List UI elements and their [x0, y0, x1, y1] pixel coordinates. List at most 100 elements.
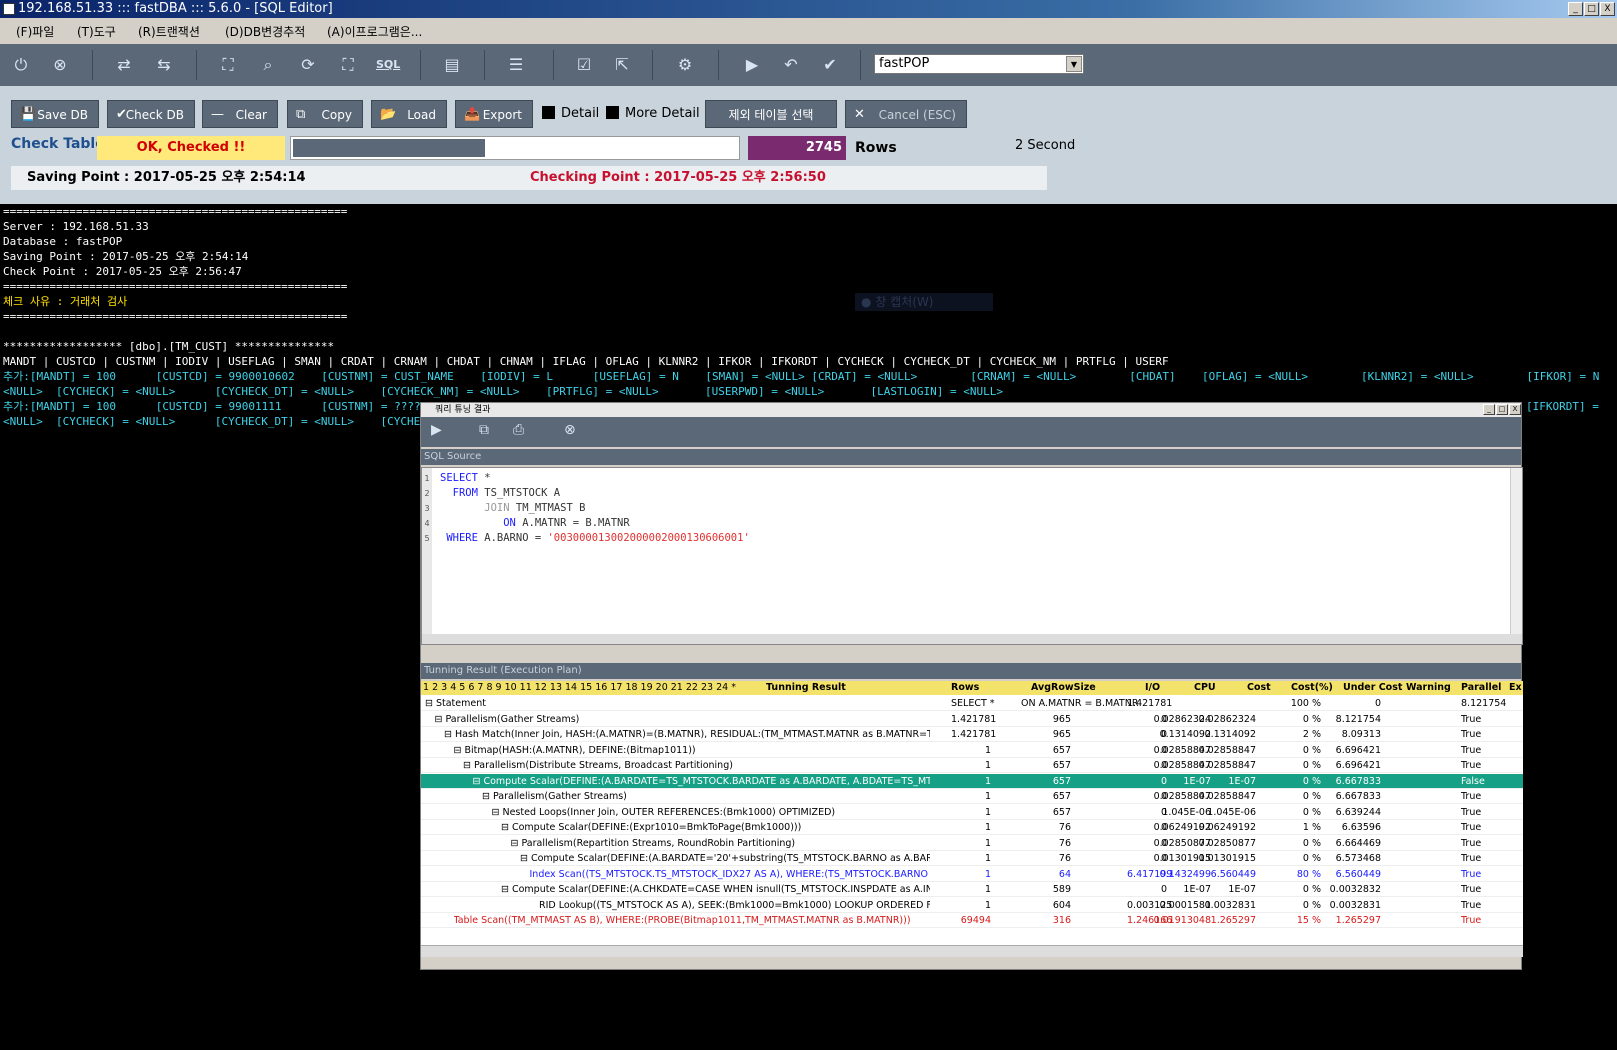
menu-transaction[interactable]: (R)트랜잭션 [138, 23, 200, 40]
col-cost[interactable]: Cost [1247, 682, 1271, 693]
detail-label: Detail [561, 106, 600, 121]
search-icon[interactable]: ⌕ [256, 54, 280, 76]
plan-cell-avg: 76 [1058, 822, 1071, 833]
plan-row[interactable]: Table Scan((TM_MTMAST AS B), WHERE:(PROB… [421, 913, 1523, 928]
exclude-tables-button[interactable]: 제외 테이블 선택 [705, 100, 837, 128]
plan-row[interactable]: ⊟ Parallelism(Gather Streams) 1 657 0 0.0285… [421, 789, 1523, 804]
clear-button[interactable]: — Clear [202, 100, 278, 128]
check-list-icon[interactable]: ☑ [572, 54, 596, 76]
plan-cell-under: 8.121754 [1335, 713, 1381, 725]
rows-label: Rows [855, 140, 897, 156]
col-cpu[interactable]: CPU [1194, 682, 1216, 693]
horizontal-scrollbar[interactable] [421, 945, 1523, 957]
line-number: 5 [424, 534, 430, 543]
cancel-label: Cancel (ESC) [878, 108, 956, 122]
plan-cell-par: True [1461, 853, 1482, 864]
sql-text: SELECT * FROM TS_MTSTOCK A JOIN TM_MTMAS… [440, 472, 750, 544]
power-icon[interactable]: ⏻ [9, 54, 33, 76]
col-under-cost[interactable]: Under Cost [1343, 682, 1402, 693]
chevron-down-icon[interactable]: ▼ [1066, 56, 1082, 72]
col-ex[interactable]: Ex [1509, 682, 1522, 693]
vertical-scrollbar[interactable] [1510, 468, 1522, 644]
maximize-button[interactable]: □ [1584, 2, 1599, 16]
separator-line: ========================================… [3, 205, 348, 218]
plan-cell-cost: 1E-07 [1228, 775, 1256, 787]
plan-cell-par: True [1461, 837, 1482, 849]
added-row: 추가:[MANDT] = 100 [CUSTCD] = 99001111 [CU… [3, 400, 441, 413]
connect-icon[interactable]: ⇄ [112, 54, 136, 76]
plan-row[interactable]: ⊟ Parallelism(Distribute Streams, Broadc… [421, 758, 1523, 773]
plan-cell-avg: 657 [1052, 775, 1071, 787]
col-rows[interactable]: Rows [951, 682, 979, 693]
disconnect-icon[interactable]: ⇆ [152, 54, 176, 76]
plan-row[interactable]: ⊟ Statement SELECT * ON A.MATNR = B.MATNR 1… [421, 696, 1523, 711]
plan-operation: ⊟ Hash Match(Inner Join, HASH:(A.MATNR)=… [444, 729, 930, 740]
plan-row[interactable]: ⊟ Parallelism(Repartition Streams, Round… [421, 836, 1523, 851]
plan-row[interactable]: RID Lookup((TS_MTSTOCK AS A), SEEK:(Bmk1… [421, 898, 1523, 913]
menu-file[interactable]: (F)파일 [16, 23, 54, 40]
schema-icon[interactable]: ⛶ [336, 54, 360, 76]
menu-db-change-tracking[interactable]: (D)DB변경추적 [225, 23, 305, 40]
plan-row[interactable]: ⊟ Compute Scalar(DEFINE:(A.BARDATE=TS_MT… [421, 773, 1523, 789]
separator-line: ========================================… [3, 280, 348, 293]
cancel-button[interactable]: ✕ Cancel (ESC) [845, 100, 967, 128]
horizontal-scrollbar[interactable] [422, 634, 1522, 644]
print-icon[interactable]: ⎙ [513, 422, 524, 438]
undo-icon[interactable]: ↶ [779, 54, 803, 76]
plan-row[interactable]: ⊟ Compute Scalar(DEFINE:(A.BARDATE='20'+… [421, 851, 1523, 866]
plan-row[interactable]: ⊟ Compute Scalar(DEFINE:(A.CHKDATE=CASE … [421, 882, 1523, 897]
menu-tools[interactable]: (T)도구 [77, 23, 116, 40]
col-io[interactable]: I/O [1145, 682, 1160, 693]
plan-operation: RID Lookup((TS_MTSTOCK AS A), SEEK:(Bmk1… [539, 899, 930, 911]
plan-row[interactable]: ⊟ Nested Loops(Inner Join, OUTER REFEREN… [421, 805, 1523, 820]
save-db-button[interactable]: 💾 Save DB [11, 100, 99, 128]
plan-row[interactable]: ⊟ Hash Match(Inner Join, HASH:(A.MATNR)=… [421, 727, 1523, 742]
plan-cell-par: True [1461, 760, 1482, 771]
col-cost-pct[interactable]: Cost(%) [1291, 682, 1333, 693]
more-detail-checkbox[interactable]: More Detail [606, 106, 700, 121]
tree-icon[interactable]: ⛶ [216, 54, 240, 76]
export-button[interactable]: 📤 Export [455, 100, 533, 128]
progress-fill [293, 139, 485, 157]
maximize-button[interactable]: □ [1496, 404, 1508, 415]
minimize-button[interactable]: _ [1568, 2, 1583, 16]
menu-about[interactable]: (A)이프로그램은... [327, 23, 422, 40]
close-button[interactable]: X [1509, 404, 1521, 415]
export-icon[interactable]: ⇱ [610, 54, 634, 76]
plan-row[interactable]: ⊟ Bitmap(HASH:(A.MATNR), DEFINE:(Bitmap1… [421, 743, 1523, 758]
col-result[interactable]: Tunning Result [766, 682, 846, 693]
copy-button[interactable]: ⧉ Copy [287, 100, 363, 128]
refresh-icon[interactable]: ⟳ [296, 54, 320, 76]
commit-icon[interactable]: ✔ [818, 54, 842, 76]
table-icon[interactable]: ▤ [440, 54, 464, 76]
load-button[interactable]: 📂 Load [371, 100, 447, 128]
execution-plan-grid[interactable]: 1 2 3 4 5 6 7 8 9 10 11 12 13 14 15 16 1… [421, 681, 1523, 957]
col-parallel[interactable]: Parallel [1461, 682, 1501, 693]
check-db-label: Check DB [125, 108, 184, 122]
plan-row[interactable]: ⊟ Parallelism(Gather Streams) 1.421781 965… [421, 712, 1523, 727]
plan-cell-avg: 657 [1052, 744, 1071, 756]
stop-icon[interactable]: ⊗ [48, 54, 72, 76]
stop-icon[interactable]: ⊗ [564, 422, 576, 438]
toolbar-separator [860, 50, 861, 80]
plan-cell-under: 8.09313 [1341, 729, 1381, 740]
run-icon[interactable]: ▶ [431, 422, 442, 438]
run-icon[interactable]: ▶ [740, 54, 764, 76]
save-db-label: Save DB [37, 108, 88, 122]
detail-checkbox[interactable]: Detail [542, 106, 599, 121]
settings-icon[interactable]: ⚙ [673, 54, 697, 76]
col-warning[interactable]: Warning [1406, 682, 1451, 693]
sql-editor[interactable]: 1 2 3 4 5 SELECT * FROM TS_MTSTOCK A JOI… [421, 467, 1523, 645]
line-number: 2 [424, 489, 430, 498]
close-button[interactable]: X [1600, 2, 1615, 16]
sql-icon[interactable]: SQL [376, 54, 400, 76]
list-icon[interactable]: ☰ [504, 54, 528, 76]
plan-row[interactable]: Index Scan((TS_MTSTOCK.TS_MTSTOCK_IDX27 … [421, 867, 1523, 882]
copy-icon[interactable]: ⧉ [479, 422, 489, 438]
minimize-button[interactable]: _ [1483, 404, 1495, 415]
database-select[interactable]: fastPOP ▼ [874, 54, 1084, 74]
check-db-button[interactable]: ✔ Check DB [107, 100, 195, 128]
plan-row[interactable]: ⊟ Compute Scalar(DEFINE:(Expr1010=BmkToP… [421, 820, 1523, 835]
col-avgrowsize[interactable]: AvgRowSize [1031, 682, 1096, 693]
added-row-cont: <NULL> [CYCHECK] = <NULL> [CYCHECK_DT] =… [3, 385, 1004, 398]
